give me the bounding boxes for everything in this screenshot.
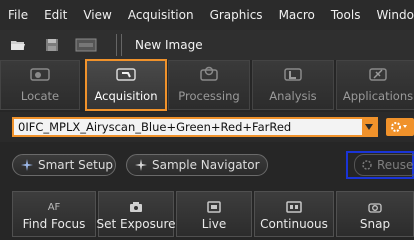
- experiment-value: 0IFC_MPLX_Airyscan_Blue+Green+Red+FarRed: [18, 120, 292, 134]
- menu-graphics[interactable]: Graphics: [202, 8, 271, 22]
- find-focus-button[interactable]: AF Find Focus: [12, 191, 96, 237]
- chevron-down-icon[interactable]: [362, 119, 376, 135]
- menu-acquisition[interactable]: Acquisition: [120, 8, 202, 22]
- tab-acquisition-label: Acquisition: [94, 89, 158, 103]
- snap-button[interactable]: Snap: [336, 191, 414, 237]
- sample-navigator-label: Sample Navigator: [152, 158, 260, 172]
- applications-icon: [367, 66, 389, 86]
- tab-analysis-label: Analysis: [269, 89, 317, 103]
- menu-window[interactable]: Windo: [368, 8, 414, 22]
- tab-locate-label: Locate: [20, 89, 60, 103]
- workflow-tabs: Locate Acquisition Processing Analysis A…: [0, 59, 414, 112]
- save-icon[interactable]: [40, 35, 64, 55]
- navigator-icon: [135, 156, 147, 175]
- set-exposure-label: Set Exposure: [96, 217, 176, 231]
- menu-edit[interactable]: Edit: [36, 8, 75, 22]
- toolbar: New Image: [0, 30, 414, 60]
- reuse-label: Reuse: [377, 158, 414, 172]
- tab-applications-label: Applications: [342, 89, 414, 103]
- tab-analysis[interactable]: Analysis: [252, 60, 334, 110]
- reuse-icon: [361, 156, 373, 175]
- document-title: New Image: [135, 38, 203, 52]
- gear-icon: [390, 118, 408, 137]
- experiment-options-button[interactable]: [386, 118, 414, 136]
- live-label: Live: [201, 217, 227, 231]
- menu-file[interactable]: File: [0, 8, 36, 22]
- live-icon: [207, 200, 221, 214]
- microscope-icon: [115, 66, 137, 86]
- experiment-bar: 0IFC_MPLX_Airyscan_Blue+Green+Red+FarRed: [0, 112, 414, 142]
- experiment-dropdown[interactable]: 0IFC_MPLX_Airyscan_Blue+Green+Red+FarRed: [12, 117, 378, 137]
- menu-bar: File Edit View Acquisition Graphics Macr…: [0, 0, 414, 30]
- process-gears-icon: [198, 66, 220, 86]
- continuous-button[interactable]: Continuous: [254, 191, 334, 237]
- eye-icon: [29, 66, 51, 86]
- autofocus-icon: AF: [48, 200, 61, 214]
- snap-camera-icon: [368, 200, 382, 214]
- tab-locate[interactable]: Locate: [0, 60, 80, 110]
- sparkle-icon: [21, 156, 33, 175]
- menu-macro[interactable]: Macro: [271, 8, 323, 22]
- toolbar-separator: [116, 34, 117, 56]
- sample-navigator-button[interactable]: Sample Navigator: [126, 154, 268, 176]
- set-exposure-button[interactable]: Set Exposure: [96, 191, 176, 237]
- continuous-icon: [286, 200, 302, 214]
- open-folder-icon[interactable]: [6, 35, 30, 55]
- continuous-label: Continuous: [260, 217, 328, 231]
- analysis-icon: [282, 66, 304, 86]
- toolbar-separator: [121, 34, 122, 56]
- find-focus-label: Find Focus: [22, 217, 86, 231]
- tab-processing-label: Processing: [178, 89, 240, 103]
- acquisition-actions: AF Find Focus Set Exposure Live Continuo…: [0, 188, 414, 240]
- reuse-button[interactable]: Reuse: [354, 154, 414, 176]
- snap-label: Snap: [359, 217, 391, 231]
- tab-acquisition[interactable]: Acquisition: [85, 59, 167, 111]
- image-layout-icon[interactable]: [74, 35, 98, 55]
- live-button[interactable]: Live: [176, 191, 252, 237]
- autofocus-icon-text: AF: [47, 201, 61, 213]
- setup-row: Smart Setup Sample Navigator Reuse: [0, 142, 414, 188]
- menu-view[interactable]: View: [75, 8, 119, 22]
- reuse-button-highlight[interactable]: Reuse: [346, 151, 414, 179]
- camera-icon: [129, 200, 143, 214]
- smart-setup-button[interactable]: Smart Setup: [12, 154, 116, 176]
- tab-applications[interactable]: Applications: [336, 60, 414, 110]
- tab-processing[interactable]: Processing: [168, 60, 250, 110]
- menu-tools[interactable]: Tools: [323, 8, 369, 22]
- smart-setup-label: Smart Setup: [38, 158, 114, 172]
